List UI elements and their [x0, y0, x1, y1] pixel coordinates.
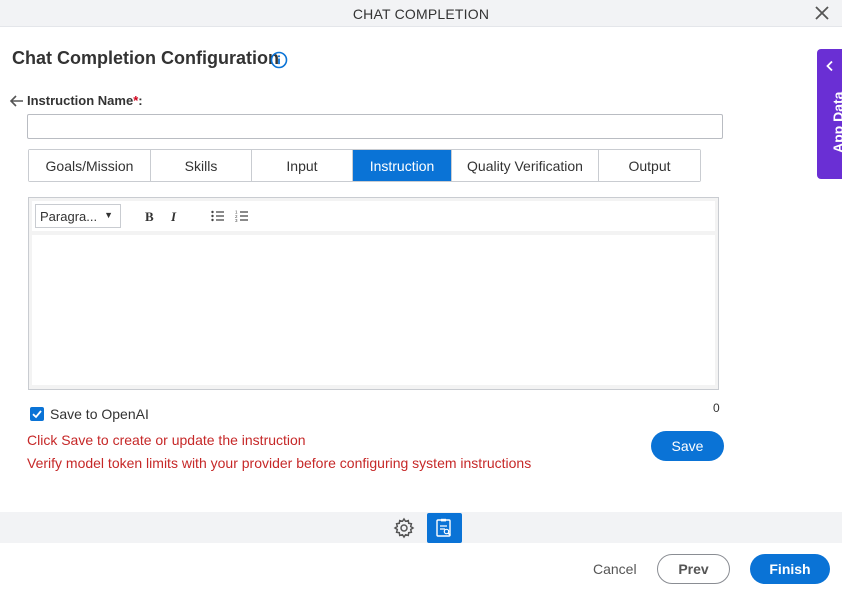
arrow-left-icon[interactable] [9, 94, 25, 108]
window-title: CHAT COMPLETION [352, 6, 490, 22]
bullet-list-icon[interactable] [211, 210, 225, 225]
tab-quality-verification[interactable]: Quality Verification [452, 150, 599, 181]
app-data-label: App Data [830, 91, 842, 153]
page-title: Chat Completion Configuration [12, 48, 279, 68]
tab-bar: Goals/Mission Skills Input Instruction Q… [28, 149, 701, 182]
warning-message: Verify model token limits with your prov… [27, 455, 532, 471]
instruction-name-label-text: Instruction Name [27, 93, 134, 108]
chevron-left-icon [825, 59, 834, 77]
bold-button[interactable]: B [145, 209, 154, 225]
instruction-name-label: Instruction Name*: [27, 93, 143, 108]
cancel-button[interactable]: Cancel [593, 561, 637, 577]
save-to-openai-checkbox[interactable] [30, 407, 44, 421]
label-colon: : [138, 93, 143, 108]
numbered-list-icon[interactable]: 123 [235, 209, 249, 226]
paragraph-format-select[interactable]: Paragra... ▼ [35, 204, 121, 228]
title-bar: CHAT COMPLETION [0, 0, 842, 27]
save-to-openai-label: Save to OpenAI [50, 406, 149, 422]
info-icon[interactable] [270, 51, 288, 69]
character-counter: 0 [713, 401, 720, 415]
finish-button[interactable]: Finish [750, 554, 830, 584]
tab-output[interactable]: Output [599, 150, 700, 181]
gear-icon[interactable] [393, 517, 415, 539]
chevron-down-icon: ▼ [104, 210, 113, 220]
tab-goals-mission[interactable]: Goals/Mission [29, 150, 151, 181]
tab-input[interactable]: Input [252, 150, 353, 181]
close-icon[interactable] [812, 3, 832, 23]
svg-text:3: 3 [235, 218, 238, 223]
bottom-toolbar [0, 512, 842, 543]
paragraph-format-value: Paragra... [40, 209, 98, 224]
app-data-panel-toggle[interactable]: App Data [817, 49, 842, 179]
save-button[interactable]: Save [651, 431, 724, 461]
tab-instruction[interactable]: Instruction [353, 150, 452, 181]
editor-toolbar: Paragra... ▼ B I 123 [32, 201, 715, 231]
document-icon[interactable] [427, 513, 462, 543]
tab-skills[interactable]: Skills [151, 150, 252, 181]
italic-button[interactable]: I [171, 209, 176, 225]
rich-text-editor: Paragra... ▼ B I 123 [28, 197, 719, 390]
prev-button[interactable]: Prev [657, 554, 730, 584]
info-message: Click Save to create or update the instr… [27, 432, 306, 448]
editor-content-area[interactable] [32, 235, 715, 385]
instruction-name-input[interactable] [27, 114, 723, 139]
